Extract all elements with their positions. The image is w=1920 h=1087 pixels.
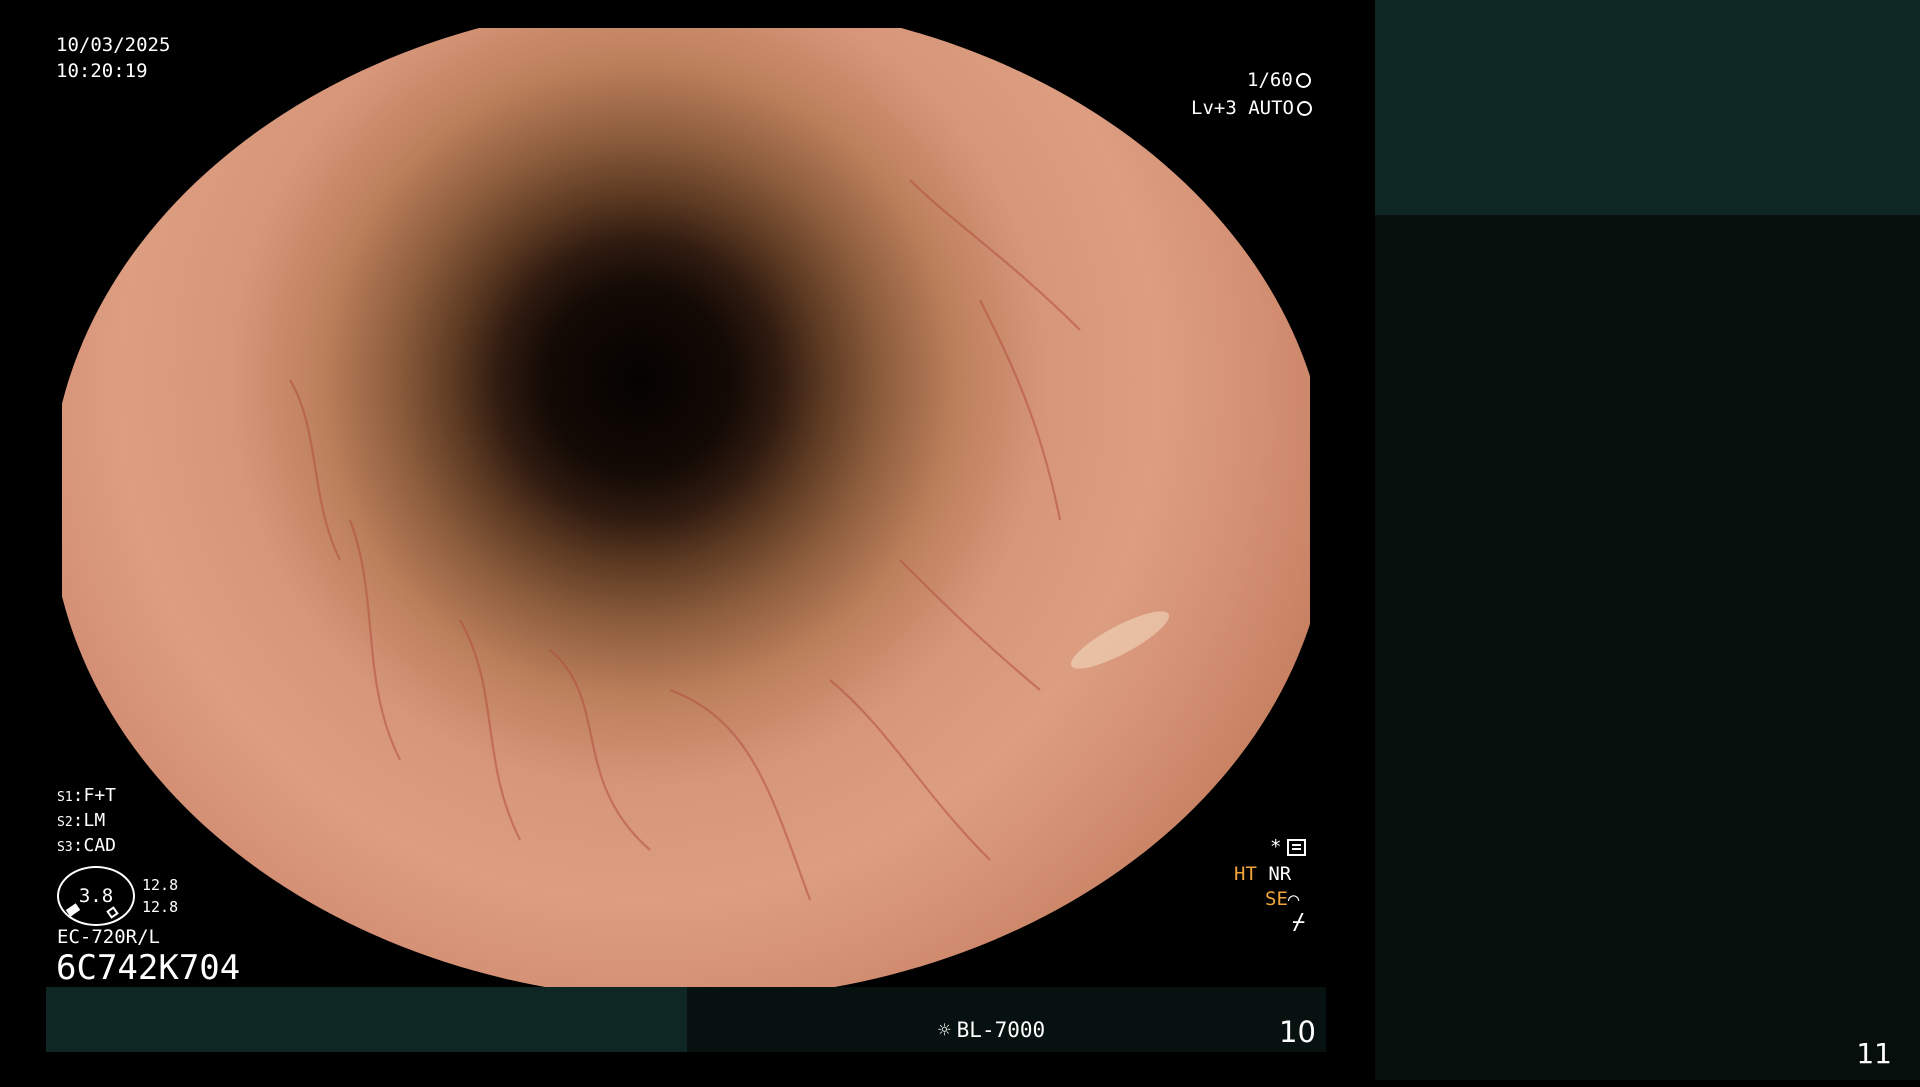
switch-2-value: :LM bbox=[72, 810, 106, 831]
glare-spot bbox=[210, 65, 270, 115]
slash-icon: ⌿ bbox=[1292, 910, 1306, 935]
sun-icon: ☼ bbox=[938, 1018, 951, 1042]
scope-model: EC-720R/L bbox=[57, 926, 160, 948]
ht-nr-row: HT NR bbox=[1234, 863, 1291, 885]
page-number: 11 bbox=[1856, 1037, 1892, 1070]
se-row: SE⌒ bbox=[1265, 888, 1299, 910]
ht-indicator: HT bbox=[1234, 863, 1257, 885]
circle-gauge: 3.8 bbox=[57, 866, 135, 926]
level-auto-readout: Lv+3 AUTO bbox=[1191, 97, 1312, 119]
scope-mask-top bbox=[0, 0, 1375, 28]
gauge-value-b: 12.8 bbox=[142, 898, 179, 916]
frame-number: 10 bbox=[1279, 1015, 1316, 1049]
shutter-icon bbox=[1295, 73, 1311, 88]
shutter-value: 1/60 bbox=[1247, 69, 1293, 91]
switch-2: S2:LM bbox=[57, 810, 105, 831]
mucosal-reflection bbox=[1070, 611, 1170, 669]
level-auto-value: Lv+3 AUTO bbox=[1191, 97, 1294, 119]
iris-icon bbox=[1296, 101, 1312, 116]
bottom-left-block bbox=[46, 987, 687, 1052]
gauge-value: 3.8 bbox=[78, 885, 114, 907]
switch-3-label: S3 bbox=[57, 840, 73, 855]
right-bottom-panel bbox=[1375, 215, 1920, 1080]
gauge-value-a: 12.8 bbox=[142, 876, 179, 894]
time-readout: 10:20:19 bbox=[56, 60, 148, 82]
list-icon bbox=[1287, 838, 1307, 856]
switch-1: S1:F+T bbox=[57, 785, 116, 806]
switch-3-value: :CAD bbox=[72, 835, 117, 856]
nr-indicator: NR bbox=[1268, 863, 1292, 885]
switch-1-value: :F+T bbox=[72, 785, 117, 806]
curve-icon: ⌒ bbox=[1287, 888, 1300, 910]
se-indicator: SE bbox=[1265, 888, 1288, 910]
scope-mask-right bbox=[1310, 0, 1375, 1080]
switch-3: S3:CAD bbox=[57, 835, 116, 856]
date-readout: 10/03/2025 bbox=[56, 34, 171, 56]
scope-serial: 6C742K704 bbox=[56, 948, 241, 988]
light-source-label: BL-7000 bbox=[956, 1018, 1046, 1042]
right-top-panel bbox=[1375, 0, 1920, 215]
scope-mask-left bbox=[0, 0, 62, 1080]
light-source-readout: ☼ BL-7000 bbox=[938, 1018, 1045, 1042]
endoscopic-image bbox=[50, 0, 1330, 1000]
mucosa-vessels bbox=[210, 65, 1170, 901]
star-list-row: * bbox=[1270, 836, 1307, 858]
star-indicator: * bbox=[1270, 836, 1282, 858]
switch-1-label: S1 bbox=[57, 790, 73, 805]
shutter-readout: 1/60 bbox=[1247, 69, 1311, 91]
switch-2-label: S2 bbox=[57, 815, 73, 830]
